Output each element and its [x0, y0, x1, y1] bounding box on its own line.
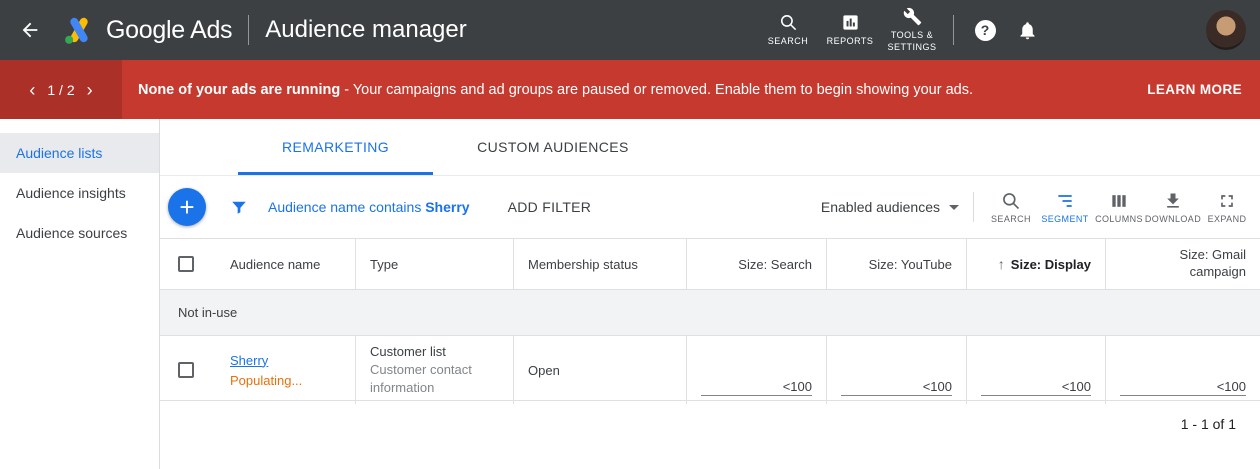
search-icon — [1001, 191, 1021, 211]
group-row-not-in-use: Not in-use — [160, 290, 1260, 336]
column-header-size-display[interactable]: ↑ Size: Display — [967, 239, 1106, 289]
alert-message: None of your ads are running - Your camp… — [138, 82, 1147, 98]
segment-label: SEGMENT — [1041, 214, 1088, 224]
topbar-actions: SEARCH REPORTS TOOLS & SETTINGS ? — [757, 7, 1260, 53]
dropdown-value: Enabled audiences — [821, 199, 940, 215]
tab-bar: REMARKETING CUSTOM AUDIENCES — [160, 119, 1260, 176]
expand-button[interactable]: EXPAND — [1200, 191, 1254, 224]
audience-name-cell: Sherry Populating... — [216, 336, 356, 404]
table-search-button[interactable]: SEARCH — [984, 191, 1038, 224]
alert-banner: ‹ 1 / 2 › None of your ads are running -… — [0, 60, 1260, 119]
header-checkbox-cell — [160, 239, 216, 289]
alert-message-bold: None of your ads are running — [138, 82, 340, 98]
chevron-right-icon[interactable]: › — [87, 81, 93, 99]
plus-icon: + — [179, 192, 194, 223]
size-youtube-cell: <100 — [827, 336, 967, 404]
toolbar-divider — [973, 192, 974, 222]
back-arrow-icon[interactable] — [16, 16, 44, 44]
wrench-icon — [903, 7, 922, 26]
active-filter-chip[interactable]: Audience name contains Sherry — [268, 199, 470, 215]
select-all-checkbox[interactable] — [178, 256, 194, 272]
download-button[interactable]: DOWNLOAD — [1146, 191, 1200, 224]
add-audience-button[interactable]: + — [168, 188, 206, 226]
tab-remarketing[interactable]: REMARKETING — [238, 119, 433, 175]
topbar-reports-label: REPORTS — [823, 36, 877, 47]
table-search-label: SEARCH — [991, 214, 1031, 224]
column-header-membership-status[interactable]: Membership status — [514, 239, 687, 289]
sidebar-item-audience-insights[interactable]: Audience insights — [0, 173, 159, 213]
expand-label: EXPAND — [1208, 214, 1247, 224]
type-cell: Customer list Customer contact informati… — [356, 336, 514, 404]
add-filter-button[interactable]: ADD FILTER — [508, 199, 592, 215]
audience-state-dropdown[interactable]: Enabled audiences — [821, 199, 959, 215]
page-title: Audience manager — [265, 16, 466, 44]
topbar-tools-label: TOOLS & SETTINGS — [885, 30, 939, 53]
populating-status: Populating... — [230, 373, 341, 388]
sidebar-item-audience-lists[interactable]: Audience lists — [0, 133, 159, 173]
notifications-button[interactable] — [1010, 13, 1044, 47]
chevron-left-icon[interactable]: ‹ — [29, 81, 35, 99]
google-ads-logo-icon[interactable] — [62, 13, 96, 47]
filter-chip-value: Sherry — [425, 199, 469, 215]
filter-icon — [230, 198, 248, 216]
audience-name-link[interactable]: Sherry — [230, 353, 268, 368]
segment-button[interactable]: SEGMENT — [1038, 191, 1092, 224]
membership-status-cell: Open — [514, 336, 687, 404]
topbar-divider — [248, 15, 249, 45]
topbar-divider — [953, 15, 954, 45]
alert-message-rest: - Your campaigns and ad groups are pause… — [340, 82, 973, 98]
topbar-search-label: SEARCH — [761, 36, 815, 47]
column-header-size-search[interactable]: Size: Search — [687, 239, 827, 289]
size-display-cell: <100 — [967, 336, 1106, 404]
column-header-size-gmail[interactable]: Size: Gmail campaign — [1106, 239, 1260, 289]
alert-pager-count: 1 / 2 — [47, 82, 74, 98]
alert-pager: ‹ 1 / 2 › — [0, 60, 122, 119]
search-icon — [779, 13, 798, 32]
column-header-size-youtube[interactable]: Size: YouTube — [827, 239, 967, 289]
size-search-cell: <100 — [687, 336, 827, 404]
type-sub: Customer contact information — [370, 361, 499, 396]
sidebar: Audience lists Audience insights Audienc… — [0, 119, 160, 469]
brand-name: Google Ads — [106, 16, 232, 45]
topbar: Google Ads Audience manager SEARCH REPOR… — [0, 0, 1260, 60]
tab-custom-audiences[interactable]: CUSTOM AUDIENCES — [433, 119, 673, 175]
column-header-type[interactable]: Type — [356, 239, 514, 289]
row-checkbox[interactable] — [178, 362, 194, 378]
row-checkbox-cell — [160, 336, 216, 404]
learn-more-link[interactable]: LEARN MORE — [1147, 82, 1242, 97]
download-label: DOWNLOAD — [1145, 214, 1201, 224]
topbar-reports-button[interactable]: REPORTS — [819, 13, 881, 47]
columns-button[interactable]: COLUMNS — [1092, 191, 1146, 224]
column-header-audience-name[interactable]: Audience name — [216, 239, 356, 289]
pagination-status: 1 - 1 of 1 — [160, 401, 1260, 447]
download-icon — [1163, 191, 1183, 211]
segment-icon — [1055, 191, 1075, 211]
toolbar: + Audience name contains Sherry ADD FILT… — [160, 176, 1260, 238]
help-icon: ? — [975, 20, 996, 41]
table-row: Sherry Populating... Customer list Custo… — [160, 336, 1260, 401]
topbar-tools-button[interactable]: TOOLS & SETTINGS — [881, 7, 943, 53]
size-gmail-cell: <100 — [1106, 336, 1260, 404]
sort-ascending-icon: ↑ — [998, 256, 1005, 272]
sidebar-item-audience-sources[interactable]: Audience sources — [0, 213, 159, 253]
table-header: Audience name Type Membership status Siz… — [160, 238, 1260, 290]
chevron-down-icon — [949, 205, 959, 210]
help-button[interactable]: ? — [968, 13, 1002, 47]
columns-label: COLUMNS — [1095, 214, 1143, 224]
expand-icon — [1217, 191, 1237, 211]
bar-chart-icon — [841, 13, 860, 32]
topbar-search-button[interactable]: SEARCH — [757, 13, 819, 47]
type-main: Customer list — [370, 344, 499, 359]
bell-icon — [1017, 20, 1038, 41]
columns-icon — [1109, 191, 1129, 211]
filter-chip-prefix: Audience name contains — [268, 199, 425, 215]
avatar[interactable] — [1206, 10, 1246, 50]
